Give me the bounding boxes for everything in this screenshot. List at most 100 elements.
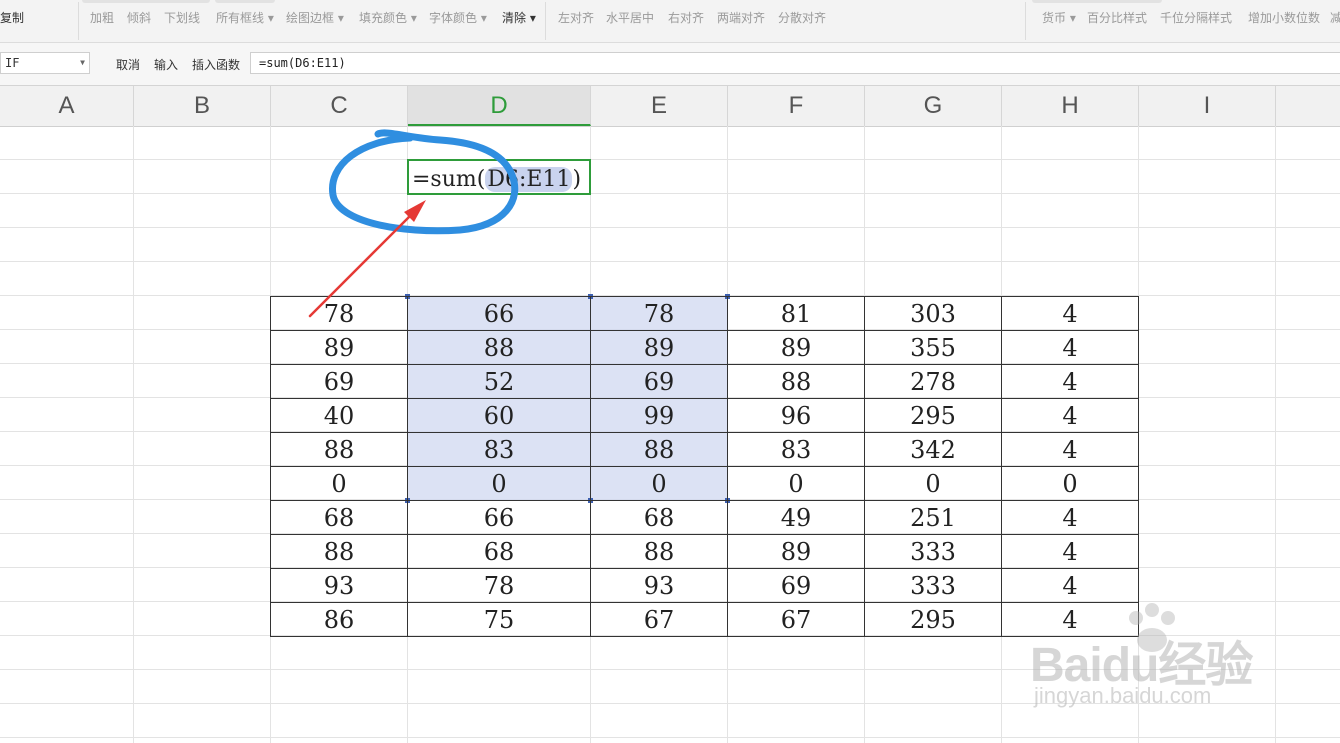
column-header-g[interactable]: G — [865, 86, 1002, 126]
table-cell[interactable]: 4 — [1001, 568, 1139, 603]
table-cell[interactable]: 69 — [270, 364, 408, 399]
decrease-decimal-button[interactable]: 减 — [1330, 10, 1340, 26]
align-center-button[interactable]: 水平居中 — [606, 10, 654, 26]
table-cell[interactable]: 89 — [727, 534, 865, 569]
table-cell[interactable]: 333 — [864, 534, 1002, 569]
distribute-button[interactable]: 分散对齐 — [778, 10, 826, 26]
table-cell[interactable]: 78 — [407, 568, 591, 603]
table-cell[interactable]: 4 — [1001, 296, 1139, 331]
table-cell[interactable]: 295 — [864, 398, 1002, 433]
align-left-button[interactable]: 左对齐 — [558, 10, 594, 26]
column-header-h[interactable]: H — [1002, 86, 1139, 126]
table-cell[interactable]: 81 — [727, 296, 865, 331]
table-cell[interactable]: 86 — [270, 602, 408, 637]
clear-button[interactable]: 清除 ▾ — [502, 10, 536, 26]
table-cell[interactable]: 68 — [270, 500, 408, 535]
table-cell[interactable]: 60 — [407, 398, 591, 433]
italic-button[interactable]: 倾斜 — [127, 10, 151, 26]
table-cell[interactable]: 69 — [590, 364, 728, 399]
formula-input[interactable]: =sum(D6:E11) — [250, 52, 1340, 74]
watermark: Baidu经验 jingyan.baidu.com — [1030, 603, 1280, 715]
cell-formula-text[interactable]: =sum(D6:E11) — [412, 166, 581, 194]
font-selector-edge[interactable] — [82, 0, 210, 3]
copy-button[interactable]: 复制 — [0, 10, 24, 26]
table-cell[interactable]: 4 — [1001, 364, 1139, 399]
number-format-selector-edge[interactable] — [1032, 0, 1162, 3]
bold-button[interactable]: 加粗 — [90, 10, 114, 26]
table-cell[interactable]: 4 — [1001, 398, 1139, 433]
column-header-c[interactable]: C — [271, 86, 408, 126]
table-cell[interactable]: 0 — [864, 466, 1002, 501]
table-cell[interactable]: 88 — [590, 534, 728, 569]
table-cell[interactable]: 75 — [407, 602, 591, 637]
column-header-a[interactable]: A — [0, 86, 134, 126]
table-cell[interactable]: 67 — [727, 602, 865, 637]
enter-button[interactable]: 输入 — [154, 58, 178, 72]
table-cell[interactable]: 4 — [1001, 534, 1139, 569]
table-cell[interactable]: 83 — [727, 432, 865, 467]
column-header-i[interactable]: I — [1139, 86, 1276, 126]
table-cell[interactable]: 68 — [590, 500, 728, 535]
table-cell[interactable]: 66 — [407, 500, 591, 535]
table-cell[interactable]: 93 — [270, 568, 408, 603]
align-right-button[interactable]: 右对齐 — [668, 10, 704, 26]
table-cell[interactable]: 89 — [270, 330, 408, 365]
table-cell[interactable]: 0 — [727, 466, 865, 501]
column-header-e[interactable]: E — [591, 86, 728, 126]
table-cell[interactable]: 99 — [590, 398, 728, 433]
font-size-selector-edge[interactable] — [215, 0, 275, 3]
table-cell[interactable]: 333 — [864, 568, 1002, 603]
draw-border-button[interactable]: 绘图边框 ▾ — [286, 10, 344, 26]
column-header-f[interactable]: F — [728, 86, 865, 126]
table-cell[interactable]: 88 — [590, 432, 728, 467]
column-header-j[interactable] — [1276, 86, 1340, 126]
table-cell[interactable]: 89 — [727, 330, 865, 365]
column-header-b[interactable]: B — [134, 86, 271, 126]
table-cell[interactable]: 295 — [864, 602, 1002, 637]
table-cell[interactable]: 69 — [727, 568, 865, 603]
table-cell[interactable]: 342 — [864, 432, 1002, 467]
cancel-button[interactable]: 取消 — [116, 58, 140, 72]
table-cell[interactable]: 0 — [270, 466, 408, 501]
table-cell[interactable]: 4 — [1001, 500, 1139, 535]
table-cell[interactable]: 68 — [407, 534, 591, 569]
chevron-down-icon[interactable]: ▼ — [80, 53, 85, 73]
table-cell[interactable]: 0 — [590, 466, 728, 501]
grid-line — [0, 227, 1340, 228]
name-box[interactable]: IF ▼ — [0, 52, 90, 74]
fill-color-button[interactable]: 填充颜色 ▾ — [359, 10, 417, 26]
table-cell[interactable]: 67 — [590, 602, 728, 637]
thousands-style-button[interactable]: 千位分隔样式 — [1160, 10, 1232, 26]
table-cell[interactable]: 93 — [590, 568, 728, 603]
justify-button[interactable]: 两端对齐 — [717, 10, 765, 26]
table-cell[interactable]: 40 — [270, 398, 408, 433]
table-cell[interactable]: 78 — [270, 296, 408, 331]
table-cell[interactable]: 303 — [864, 296, 1002, 331]
currency-button[interactable]: 货币 ▾ — [1042, 10, 1076, 26]
all-borders-button[interactable]: 所有框线 ▾ — [216, 10, 274, 26]
table-cell[interactable]: 49 — [727, 500, 865, 535]
column-header-d[interactable]: D — [408, 86, 591, 126]
table-cell[interactable]: 83 — [407, 432, 591, 467]
insert-function-button[interactable]: 插入函数 — [192, 58, 240, 72]
table-cell[interactable]: 88 — [270, 534, 408, 569]
table-cell[interactable]: 0 — [1001, 466, 1139, 501]
table-cell[interactable]: 0 — [407, 466, 591, 501]
font-color-button[interactable]: 字体颜色 ▾ — [429, 10, 487, 26]
table-cell[interactable]: 78 — [590, 296, 728, 331]
percent-style-button[interactable]: 百分比样式 — [1087, 10, 1147, 26]
table-cell[interactable]: 88 — [727, 364, 865, 399]
table-cell[interactable]: 89 — [590, 330, 728, 365]
table-cell[interactable]: 355 — [864, 330, 1002, 365]
table-cell[interactable]: 96 — [727, 398, 865, 433]
underline-button[interactable]: 下划线 — [164, 10, 200, 26]
table-cell[interactable]: 278 — [864, 364, 1002, 399]
table-cell[interactable]: 4 — [1001, 330, 1139, 365]
table-cell[interactable]: 251 — [864, 500, 1002, 535]
table-cell[interactable]: 4 — [1001, 432, 1139, 467]
table-cell[interactable]: 66 — [407, 296, 591, 331]
table-cell[interactable]: 88 — [270, 432, 408, 467]
table-cell[interactable]: 88 — [407, 330, 591, 365]
increase-decimal-button[interactable]: 增加小数位数 — [1248, 10, 1320, 26]
table-cell[interactable]: 52 — [407, 364, 591, 399]
